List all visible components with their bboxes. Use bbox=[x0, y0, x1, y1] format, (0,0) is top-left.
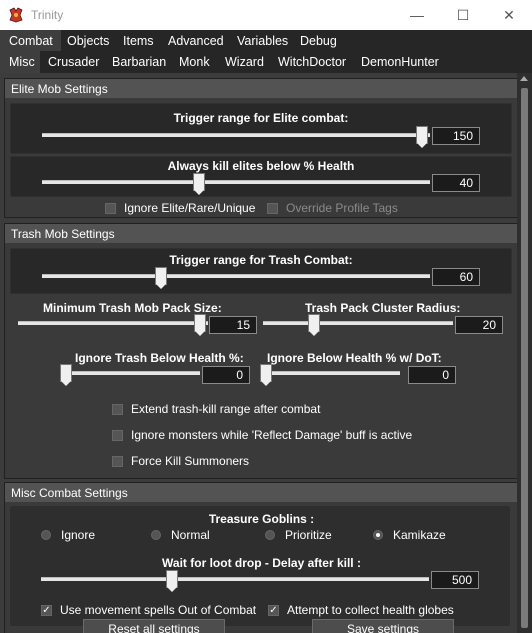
checkbox-icon bbox=[267, 202, 278, 214]
ignore-elite-checkbox[interactable]: Ignore Elite/Rare/Unique bbox=[105, 201, 255, 215]
pack-size-track bbox=[18, 321, 208, 325]
cluster-radius-value[interactable]: 20 bbox=[455, 316, 503, 334]
health-globes-checkbox[interactable]: ✓ Attempt to collect health globes bbox=[268, 603, 454, 617]
trash-trigger-label: Trigger range for Trash Combat: bbox=[169, 253, 353, 267]
elite-trigger-track bbox=[42, 133, 430, 137]
menu-combat[interactable]: Combat bbox=[0, 30, 61, 51]
tab-misc[interactable]: Misc bbox=[0, 51, 40, 73]
menu-debug[interactable]: Debug bbox=[294, 30, 342, 51]
below-health-slider[interactable] bbox=[60, 364, 72, 386]
cluster-radius-slider[interactable] bbox=[308, 314, 320, 336]
elite-trigger-slider[interactable] bbox=[416, 126, 429, 148]
loot-delay-track bbox=[41, 577, 429, 581]
elite-health-label: Always kill elites below % Health bbox=[167, 159, 355, 173]
menu-advanced[interactable]: Advanced bbox=[162, 30, 231, 51]
scrollbar-thumb[interactable] bbox=[521, 88, 528, 628]
checkmark-icon: ✓ bbox=[268, 604, 279, 616]
minimize-button[interactable]: — bbox=[394, 0, 440, 30]
goblin-normal-radio[interactable]: Normal bbox=[151, 528, 210, 542]
class-tab-bar: Misc Crusader Barbarian Monk Wizard Witc… bbox=[0, 51, 532, 73]
below-dot-slider[interactable] bbox=[260, 364, 272, 386]
scroll-up-arrow-icon[interactable] bbox=[520, 76, 528, 81]
close-button[interactable]: ✕ bbox=[486, 0, 532, 30]
tab-demonhunter[interactable]: DemonHunter bbox=[353, 51, 447, 73]
trash-trigger-value[interactable]: 60 bbox=[432, 268, 480, 286]
radio-icon bbox=[41, 530, 51, 540]
elite-health-value[interactable]: 40 bbox=[432, 174, 480, 192]
pack-size-value[interactable]: 15 bbox=[209, 316, 257, 334]
elite-trigger-label: Trigger range for Elite combat: bbox=[173, 111, 349, 125]
below-health-value[interactable]: 0 bbox=[202, 366, 250, 384]
save-settings-button[interactable]: Save settings bbox=[312, 619, 454, 633]
ignore-reflect-checkbox[interactable]: Ignore monsters while 'Reflect Damage' b… bbox=[112, 428, 412, 442]
elite-mob-header: Elite Mob Settings bbox=[5, 79, 517, 98]
below-dot-value[interactable]: 0 bbox=[408, 366, 456, 384]
loot-delay-slider[interactable] bbox=[165, 570, 178, 592]
menu-variables[interactable]: Variables bbox=[231, 30, 294, 51]
settings-scroll-area: Elite Mob Settings Trigger range for Eli… bbox=[0, 73, 517, 633]
elite-trigger-panel: Trigger range for Elite combat: 150 bbox=[10, 103, 512, 154]
menu-objects[interactable]: Objects bbox=[61, 30, 117, 51]
force-kill-summoners-checkbox[interactable]: Force Kill Summoners bbox=[112, 454, 249, 468]
checkmark-icon: ✓ bbox=[41, 604, 52, 616]
trash-trigger-slider[interactable] bbox=[155, 267, 168, 289]
checkbox-icon bbox=[112, 429, 123, 441]
menu-items[interactable]: Items bbox=[117, 30, 162, 51]
cluster-radius-track bbox=[263, 321, 453, 325]
below-dot-label: Ignore Below Health % w/ DoT: bbox=[267, 351, 442, 365]
elite-health-panel: Always kill elites below % Health 40 bbox=[10, 156, 512, 197]
reset-settings-button[interactable]: Reset all settings bbox=[83, 619, 225, 633]
radio-icon bbox=[265, 530, 275, 540]
menu-bar: Combat Objects Items Advanced Variables … bbox=[0, 30, 532, 51]
radio-icon bbox=[151, 530, 161, 540]
checkbox-icon bbox=[112, 403, 123, 415]
pack-size-slider[interactable] bbox=[194, 314, 207, 336]
override-profile-tags-checkbox[interactable]: Override Profile Tags bbox=[267, 201, 398, 215]
cluster-radius-label: Trash Pack Cluster Radius: bbox=[305, 301, 461, 315]
close-icon: ✕ bbox=[503, 6, 515, 23]
tab-crusader[interactable]: Crusader bbox=[40, 51, 104, 73]
below-health-track bbox=[60, 371, 200, 375]
trash-trigger-track bbox=[42, 274, 430, 278]
trash-trigger-panel: Trigger range for Trash Combat: 60 bbox=[10, 248, 512, 294]
maximize-icon: ☐ bbox=[456, 6, 470, 23]
elite-mob-group: Elite Mob Settings Trigger range for Eli… bbox=[4, 78, 517, 218]
vertical-scrollbar[interactable] bbox=[517, 73, 532, 633]
loot-delay-value[interactable]: 500 bbox=[431, 571, 479, 589]
misc-combat-header: Misc Combat Settings bbox=[5, 483, 517, 502]
treasure-goblins-label: Treasure Goblins : bbox=[208, 512, 315, 526]
trash-mob-group: Trash Mob Settings Trigger range for Tra… bbox=[4, 223, 517, 479]
minimize-icon: — bbox=[410, 7, 424, 23]
elite-trigger-value[interactable]: 150 bbox=[432, 127, 480, 145]
goblin-ignore-radio[interactable]: Ignore bbox=[41, 528, 95, 542]
movement-spells-checkbox[interactable]: ✓ Use movement spells Out of Combat bbox=[41, 603, 256, 617]
goblin-prioritize-radio[interactable]: Prioritize bbox=[265, 528, 332, 542]
below-dot-track bbox=[260, 371, 400, 375]
tab-barbarian[interactable]: Barbarian bbox=[104, 51, 171, 73]
pack-size-label: Minimum Trash Mob Pack Size: bbox=[43, 301, 222, 315]
app-logo-icon bbox=[9, 7, 23, 23]
extend-range-checkbox[interactable]: Extend trash-kill range after combat bbox=[112, 402, 320, 416]
checkbox-icon bbox=[112, 455, 123, 467]
elite-health-track bbox=[42, 180, 430, 184]
goblin-kamikaze-radio[interactable]: Kamikaze bbox=[373, 528, 446, 542]
checkbox-icon bbox=[105, 202, 116, 214]
window-title: Trinity bbox=[31, 8, 64, 22]
misc-combat-group: Misc Combat Settings Treasure Goblins : … bbox=[4, 482, 517, 633]
loot-delay-label: Wait for loot drop - Delay after kill : bbox=[162, 556, 361, 570]
elite-health-slider[interactable] bbox=[193, 173, 206, 195]
tab-monk[interactable]: Monk bbox=[171, 51, 217, 73]
tab-wizard[interactable]: Wizard bbox=[217, 51, 270, 73]
trash-mob-header: Trash Mob Settings bbox=[5, 224, 517, 243]
tab-witchdoctor[interactable]: WitchDoctor bbox=[270, 51, 353, 73]
below-health-label: Ignore Trash Below Health %: bbox=[75, 351, 244, 365]
radio-icon bbox=[373, 530, 383, 540]
maximize-button[interactable]: ☐ bbox=[440, 0, 486, 30]
title-bar: Trinity — ☐ ✕ bbox=[0, 0, 532, 30]
